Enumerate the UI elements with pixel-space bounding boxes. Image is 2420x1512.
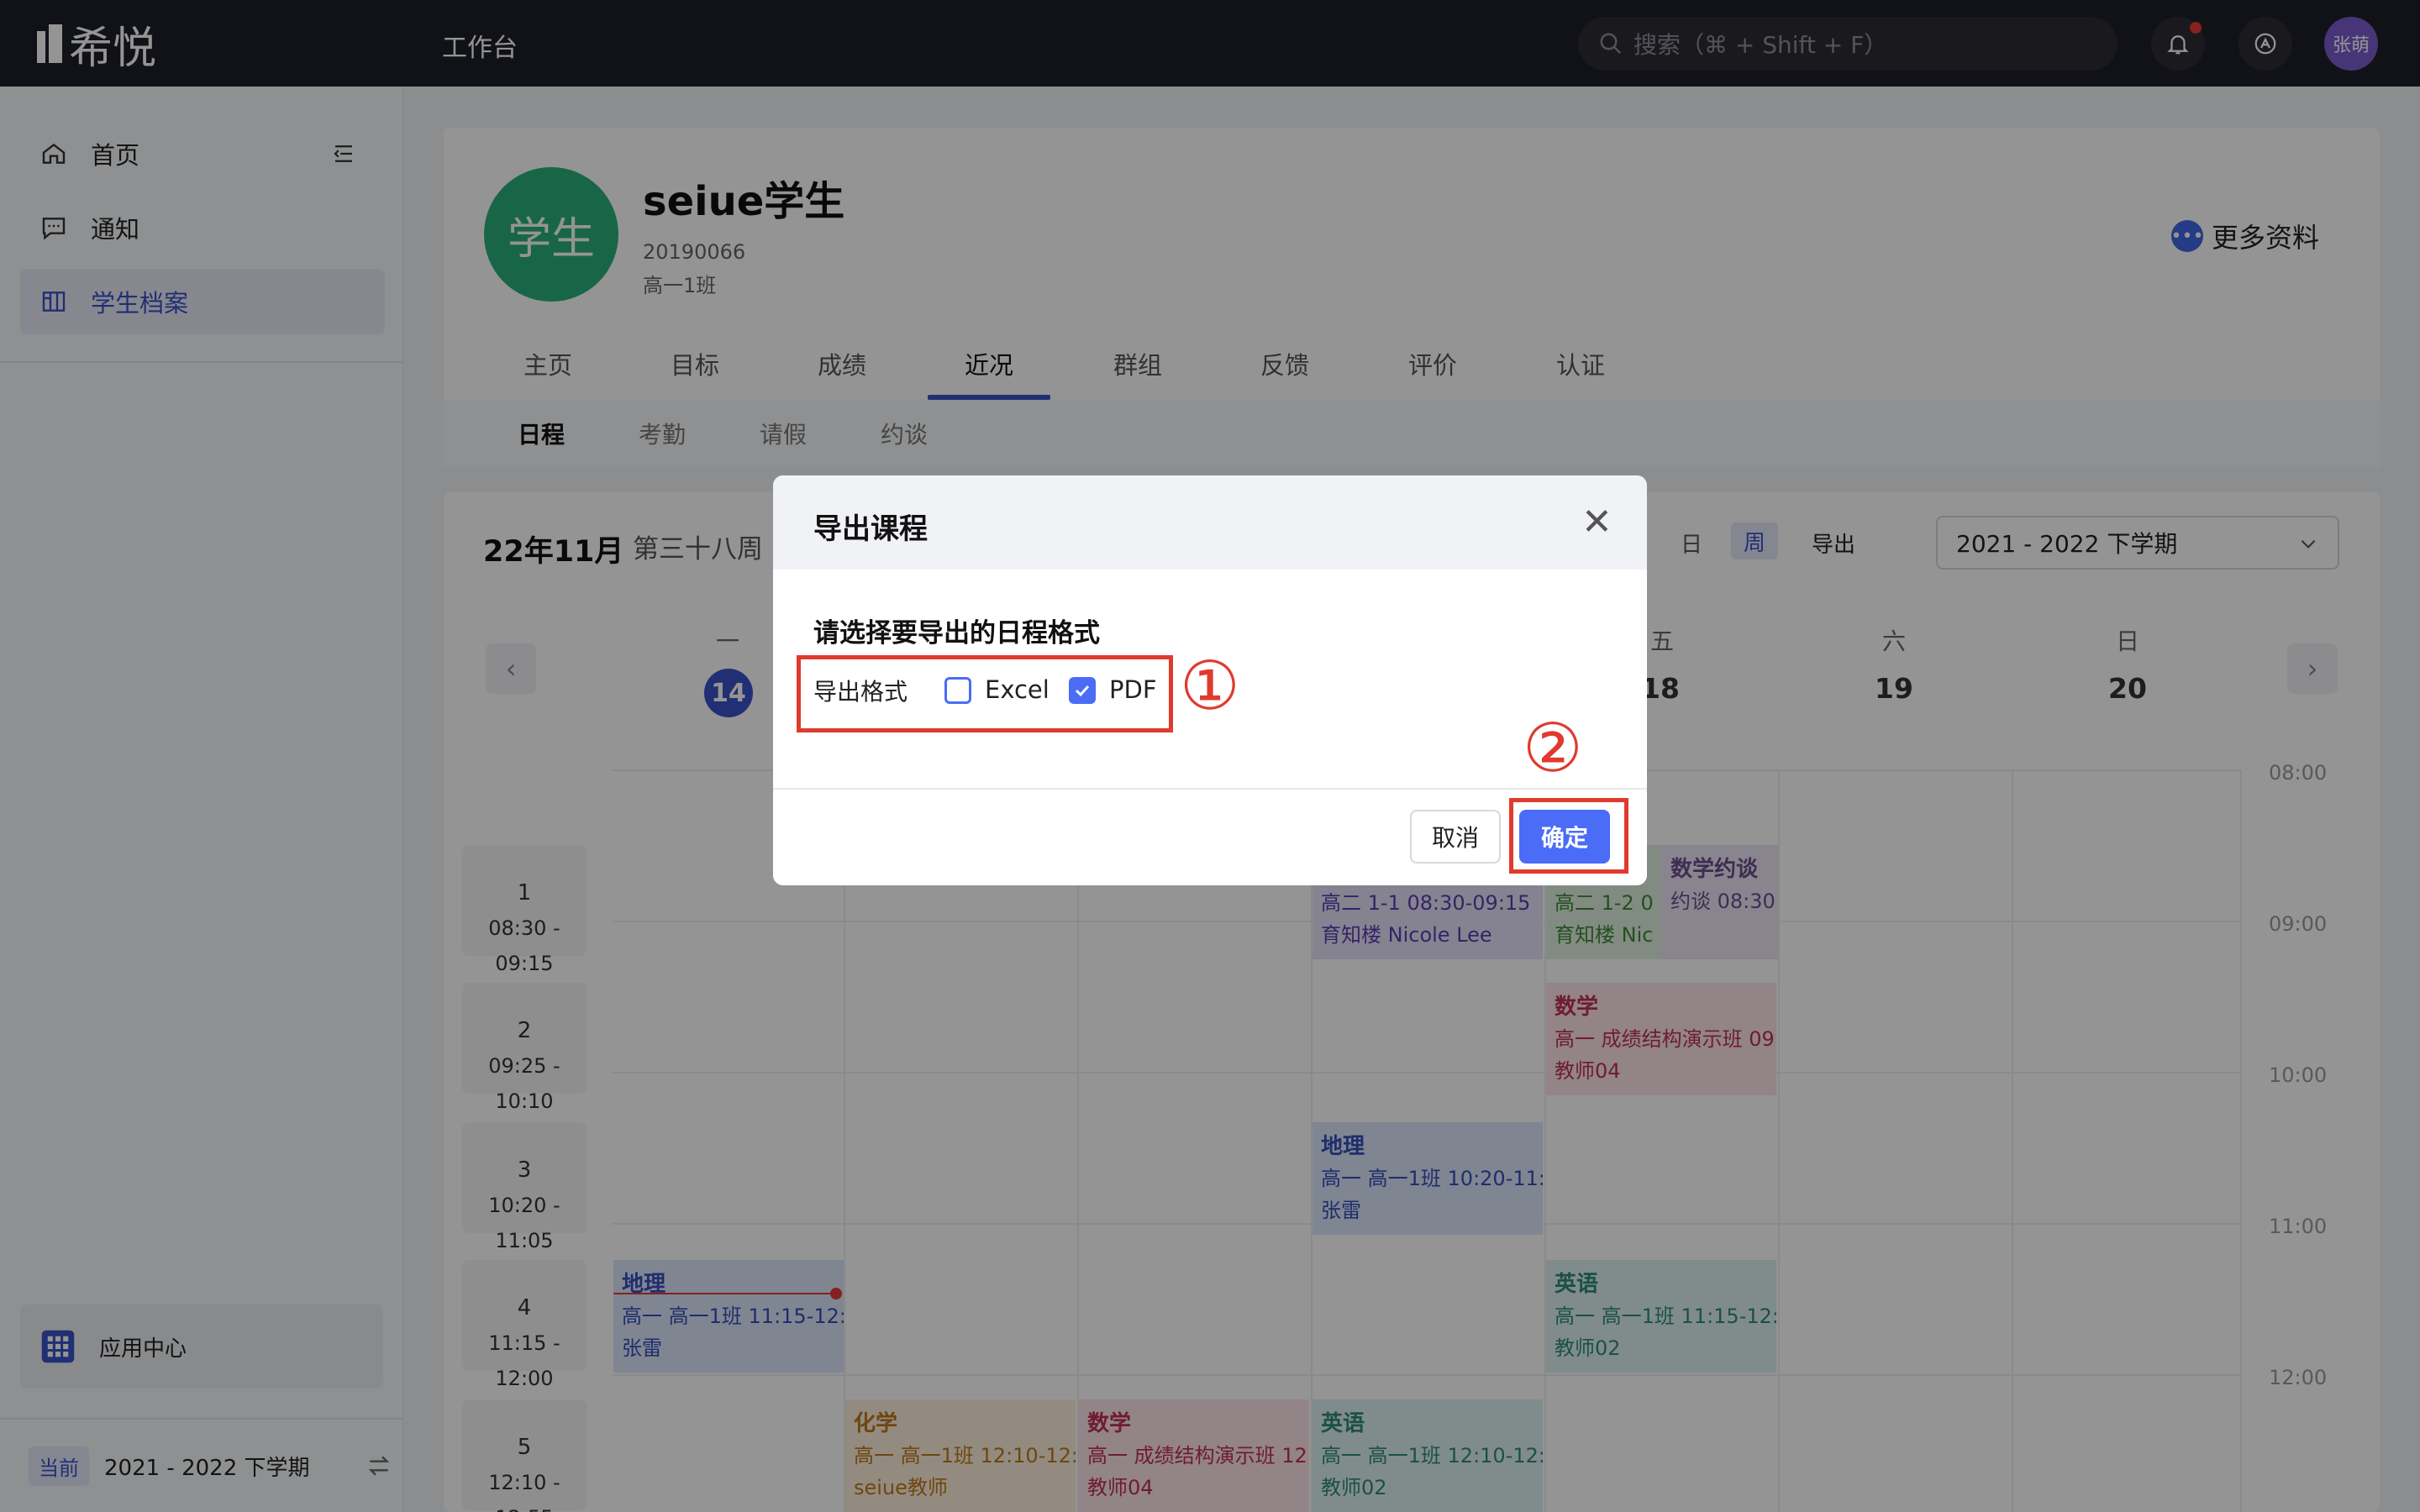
annotation-step-1: ① [1180,647,1240,725]
modal-title: 导出课程 [813,512,928,546]
annotation-highlight-confirm [1509,798,1628,874]
annotation-step-2: ② [1523,709,1583,787]
modal-question: 请选择要导出的日程格式 [813,618,1100,648]
annotation-highlight-format [797,655,1173,732]
modal-divider [773,788,1647,790]
close-icon[interactable]: ✕ [1581,501,1612,543]
cancel-button[interactable]: 取消 [1410,810,1501,864]
